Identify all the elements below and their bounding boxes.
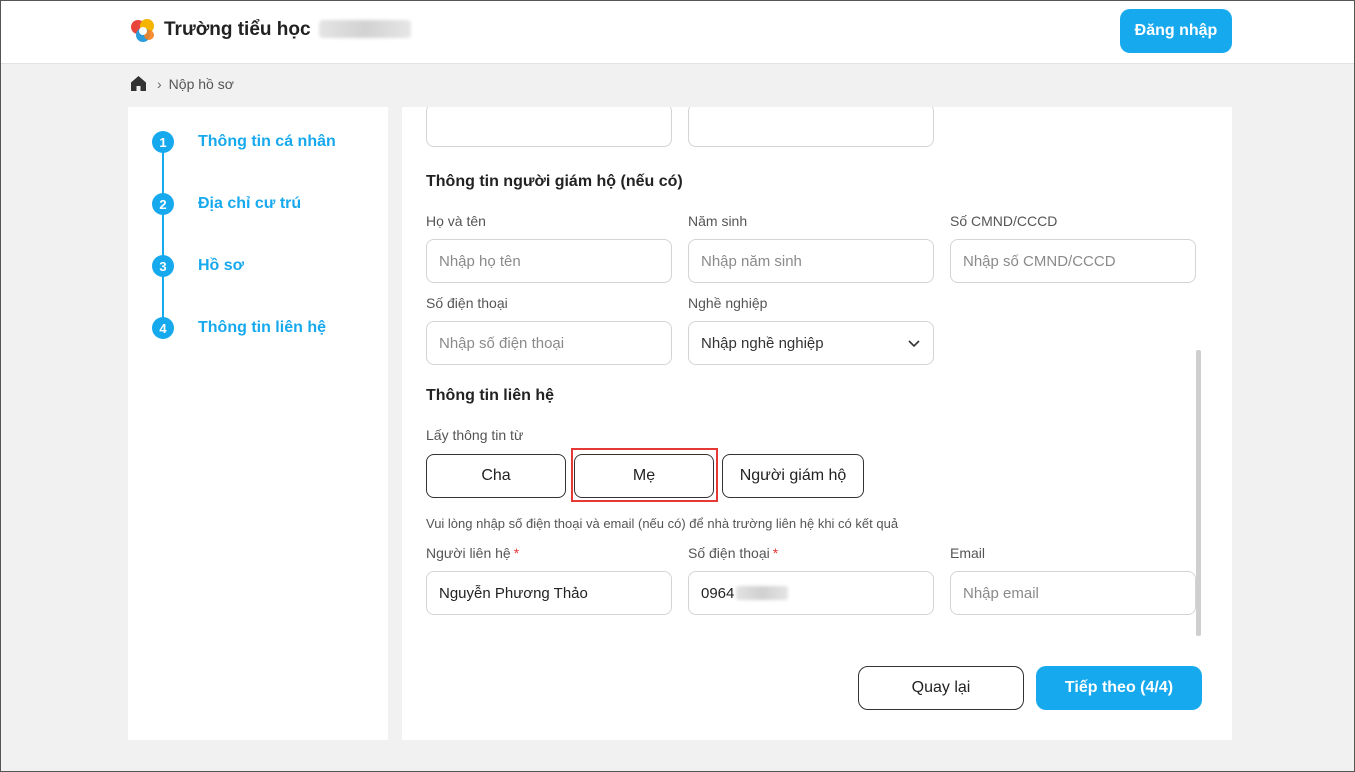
- breadcrumb: › Nộp hồ sơ: [130, 75, 234, 92]
- guardian-name-field: Họ và tên: [426, 213, 672, 283]
- contact-person-input[interactable]: Nguyễn Phương Thảo: [426, 571, 672, 615]
- scrollbar-thumb[interactable]: [1196, 350, 1201, 636]
- field-label: Số CMND/CCCD: [950, 213, 1058, 229]
- required-mark: *: [513, 545, 520, 561]
- chevron-right-icon: ›: [157, 75, 162, 92]
- guardian-phone-input[interactable]: [426, 321, 672, 365]
- contact-section-title: Thông tin liên hệ: [426, 387, 554, 404]
- source-label: Lấy thông tin từ: [426, 427, 524, 443]
- guardian-id-field: Số CMND/CCCD: [950, 213, 1196, 283]
- blurred-school-suffix: [318, 20, 411, 38]
- field-label: Email: [950, 545, 986, 561]
- field-label: Họ và tên: [426, 213, 486, 229]
- scrolled-input[interactable]: [426, 107, 672, 147]
- source-guardian-button[interactable]: Người giám hộ: [722, 454, 864, 498]
- step-number: 1: [152, 131, 174, 153]
- back-button[interactable]: Quay lại: [858, 666, 1024, 710]
- field-label: Người liên hệ *: [426, 545, 520, 561]
- step-label: Địa chỉ cư trú: [198, 195, 302, 212]
- login-button[interactable]: Đăng nhập: [1120, 9, 1232, 53]
- guardian-job-field: Nghề nghiệp Nhập nghề nghiệp: [688, 295, 934, 365]
- next-button[interactable]: Tiếp theo (4/4): [1036, 666, 1202, 710]
- scrolled-input[interactable]: [688, 107, 934, 147]
- guardian-job-select[interactable]: Nhập nghề nghiệp: [688, 321, 934, 365]
- chevron-down-icon: [908, 340, 920, 348]
- form-panel: Thông tin người giám hộ (nếu có) Họ và t…: [402, 107, 1232, 740]
- contact-email-input[interactable]: [950, 571, 1196, 615]
- contact-person-field: Người liên hệ * Nguyễn Phương Thảo: [426, 545, 672, 615]
- blurred-phone-digits: [736, 586, 789, 600]
- contact-phone-field: Số điện thoại * 0964: [688, 545, 934, 615]
- breadcrumb-current: Nộp hồ sơ: [168, 75, 234, 92]
- step-number: 4: [152, 317, 174, 339]
- guardian-id-input[interactable]: [950, 239, 1196, 283]
- guardian-section-title: Thông tin người giám hộ (nếu có): [426, 173, 683, 190]
- home-icon[interactable]: [130, 75, 147, 92]
- contact-phone-input[interactable]: 0964: [688, 571, 934, 615]
- top-header: Trường tiểu học Đăng nhập: [0, 0, 1355, 64]
- step-personal-info[interactable]: 1 Thông tin cá nhân: [152, 131, 336, 153]
- step-contact-info[interactable]: 4 Thông tin liên hệ: [152, 317, 326, 339]
- step-documents[interactable]: 3 Hồ sơ: [152, 255, 244, 277]
- step-address[interactable]: 2 Địa chỉ cư trú: [152, 193, 301, 215]
- guardian-birth-field: Năm sinh: [688, 213, 934, 283]
- step-connector: [162, 143, 164, 329]
- field-label: Số điện thoại *: [688, 545, 779, 561]
- step-label: Thông tin cá nhân: [198, 133, 336, 150]
- school-logo-icon: [131, 19, 154, 42]
- step-label: Thông tin liên hệ: [198, 319, 326, 336]
- select-value: Nhập nghề nghiệp: [701, 334, 824, 352]
- contact-email-field: Email: [950, 545, 1196, 615]
- step-label: Hồ sơ: [198, 257, 245, 274]
- guardian-phone-field: Số điện thoại: [426, 295, 672, 365]
- source-father-button[interactable]: Cha: [426, 454, 566, 498]
- step-number: 2: [152, 193, 174, 215]
- step-number: 3: [152, 255, 174, 277]
- field-label: Nghề nghiệp: [688, 295, 768, 311]
- field-label: Năm sinh: [688, 213, 748, 229]
- field-label: Số điện thoại: [426, 295, 508, 311]
- guardian-birth-input[interactable]: [688, 239, 934, 283]
- highlight-box: [571, 448, 718, 502]
- contact-hint: Vui lòng nhập số điện thoại và email (nế…: [426, 516, 899, 531]
- school-name: Trường tiểu học: [164, 19, 411, 41]
- step-sidebar: 1 Thông tin cá nhân 2 Địa chỉ cư trú 3 H…: [128, 107, 388, 740]
- guardian-name-input[interactable]: [426, 239, 672, 283]
- required-mark: *: [772, 545, 779, 561]
